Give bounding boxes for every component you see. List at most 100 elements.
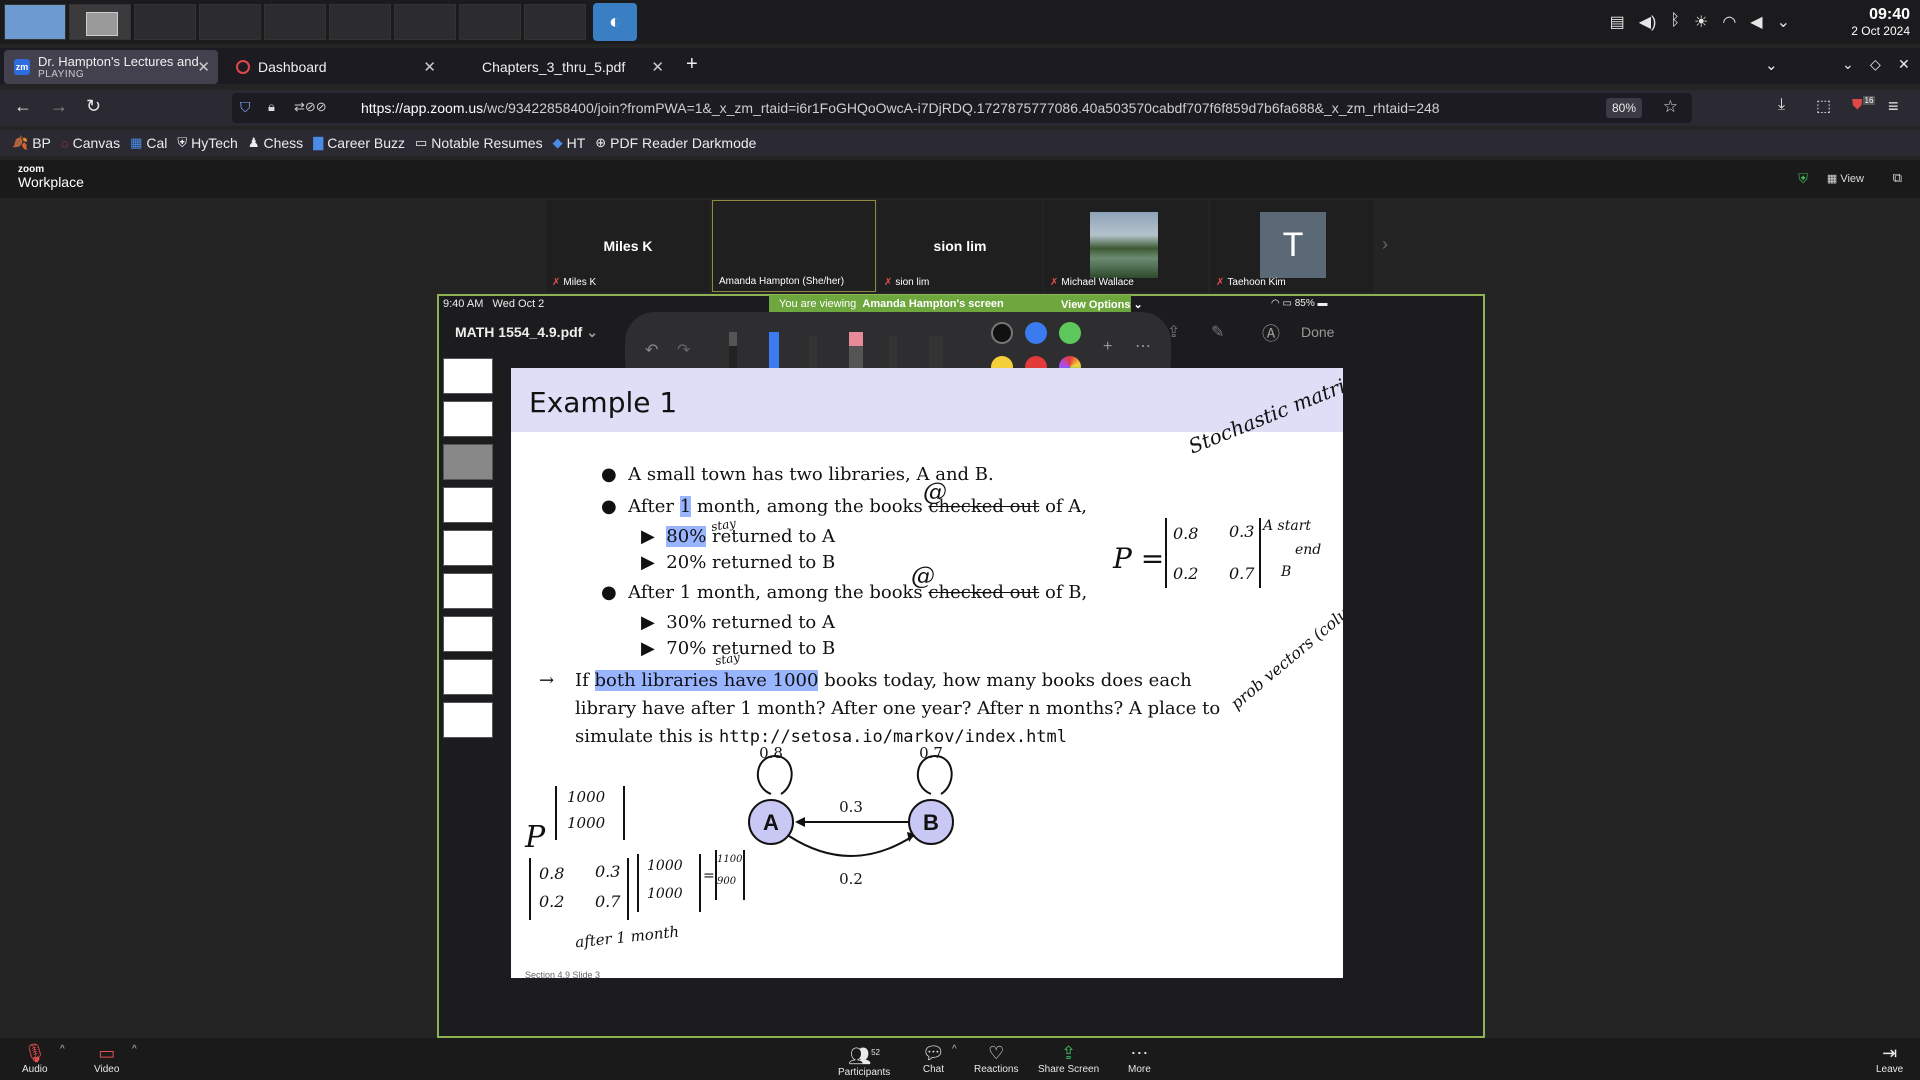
tab-zoom[interactable]: zm Dr. Hampton's Lectures and PLAYING ✕ <box>4 50 218 84</box>
bookmark-bp[interactable]: 🍂 BP <box>12 135 51 151</box>
ht-icon: ◆ <box>552 135 563 150</box>
list-tabs-icon[interactable]: ⌄ <box>1765 56 1778 74</box>
ipad-time: 9:40 AM <box>443 298 484 310</box>
back-icon[interactable]: ← <box>14 96 32 117</box>
app-launcher-icon[interactable]: ◐ <box>593 3 637 41</box>
extensions-icon[interactable]: ⬚ <box>1816 96 1831 116</box>
ublock-icon[interactable]: ⛊ 16 <box>1852 96 1876 113</box>
chevron-right-icon[interactable]: › <box>1382 234 1388 255</box>
tab-chapters-pdf[interactable]: Chapters_3_thru_5.pdf ✕ <box>472 50 672 84</box>
zoom-level-badge[interactable]: 80% <box>1605 98 1642 118</box>
workspace-6[interactable] <box>329 4 391 40</box>
url-bar[interactable]: ⛉ 🔒︎ ⇄⊘⊘ https://app.zoom.us/wc/93422858… <box>232 93 1692 123</box>
tab-dashboard[interactable]: Dashboard ✕ <box>226 50 444 84</box>
fullscreen-icon[interactable]: ⧉ <box>1893 170 1902 186</box>
participant-tile[interactable]: Miles K ✗ Miles K <box>546 200 710 292</box>
color-black-swatch[interactable] <box>991 322 1013 344</box>
workspace-3[interactable] <box>134 4 196 40</box>
participants-button[interactable]: 👥︎52 Participants <box>838 1042 890 1078</box>
bookmark-cal[interactable]: ▦ Cal <box>130 135 167 151</box>
volume-icon[interactable]: ◀) <box>1639 12 1657 32</box>
page-thumbnail[interactable] <box>443 487 493 523</box>
bookmark-career-buzz[interactable]: ▇ Career Buzz <box>313 135 405 151</box>
folder-icon: ⛨ <box>177 135 188 150</box>
participant-tile-active-speaker[interactable]: Amanda Hampton (She/her) <box>712 200 876 292</box>
canvas-icon: ◌ <box>60 135 69 151</box>
workspace-7[interactable] <box>394 4 456 40</box>
chevron-up-icon[interactable]: ^ <box>952 1044 957 1055</box>
view-options-button[interactable]: View Options ⌄ <box>1061 298 1143 311</box>
wifi-icon[interactable]: ◠ <box>1722 12 1736 32</box>
bookmark-ht[interactable]: ◆ HT <box>553 135 586 151</box>
undo-icon[interactable]: ↶ <box>645 340 658 360</box>
new-tab-button[interactable]: + <box>686 53 698 76</box>
close-icon[interactable]: ✕ <box>423 58 436 76</box>
participant-tile[interactable]: ✗ Michael Wallace <box>1044 200 1208 292</box>
view-button[interactable]: ▦ View <box>1827 172 1864 185</box>
page-thumbnail[interactable] <box>443 358 493 394</box>
account-icon[interactable]: Ⓐ <box>1262 320 1280 346</box>
speaker-icon[interactable]: ◀ <box>1750 12 1762 32</box>
ink-prob-vectors: prob vectors (columns) <box>1226 577 1343 714</box>
clock[interactable]: 09:40 2 Oct 2024 <box>1851 6 1910 38</box>
window-close-icon[interactable]: ✕ <box>1898 56 1910 73</box>
more-options-icon[interactable]: ⋯ <box>1135 336 1151 356</box>
share-screen-button[interactable]: ⇪ Share Screen <box>1038 1042 1099 1075</box>
close-icon[interactable]: ✕ <box>651 58 664 76</box>
forward-icon[interactable]: → <box>50 96 68 117</box>
brightness-icon[interactable]: ☀ <box>1694 12 1708 32</box>
minimize-icon[interactable]: ⌄ <box>1842 56 1854 73</box>
logo-big: Workplace <box>18 174 84 190</box>
workspace-9[interactable] <box>524 4 586 40</box>
video-button[interactable]: ▭ Video <box>94 1042 119 1075</box>
url-text[interactable]: https://app.zoom.us/wc/93422858400/join?… <box>361 100 1440 116</box>
bluetooth-icon[interactable]: ᛒ <box>1670 12 1680 32</box>
workspace-1[interactable] <box>4 4 66 40</box>
page-thumbnail[interactable] <box>443 401 493 437</box>
star-icon[interactable]: ☆ <box>1663 97 1678 117</box>
close-icon[interactable]: ✕ <box>197 58 210 76</box>
lock-icon[interactable]: 🔒︎ <box>268 99 275 115</box>
more-button[interactable]: ⋯ More <box>1128 1042 1151 1075</box>
security-shield-icon[interactable]: ⛨ <box>1798 171 1808 187</box>
participant-tile[interactable]: sion lim ✗ sion lim <box>878 200 1042 292</box>
workspace-4[interactable] <box>199 4 261 40</box>
bookmark-chess[interactable]: ♟ Chess <box>248 135 303 151</box>
clipboard-icon[interactable]: ▤ <box>1610 12 1625 32</box>
chevron-up-icon[interactable]: ^ <box>60 1044 65 1055</box>
add-icon[interactable]: + <box>1103 338 1112 356</box>
reload-icon[interactable]: ↻ <box>86 96 101 117</box>
workspace-8[interactable] <box>459 4 521 40</box>
reactions-button[interactable]: ♡ Reactions <box>974 1042 1018 1075</box>
pdf-title[interactable]: MATH 1554_4.9.pdf ⌄ <box>455 324 598 341</box>
page-thumbnail[interactable] <box>443 573 493 609</box>
workspace-5[interactable] <box>264 4 326 40</box>
menu-icon[interactable]: ≡ <box>1888 96 1899 117</box>
chevron-up-icon[interactable]: ^ <box>132 1044 137 1055</box>
bookmark-notable-resumes[interactable]: ▭ Notable Resumes <box>415 135 543 151</box>
participant-tile[interactable]: T ✗ Taehoon Kim <box>1210 200 1374 292</box>
shield-icon[interactable]: ⛉ <box>240 99 251 116</box>
leave-button[interactable]: ⇥ Leave <box>1876 1042 1903 1075</box>
bookmark-pdf-reader[interactable]: ⊕ PDF Reader Darkmode <box>595 135 756 151</box>
chat-button[interactable]: 💬︎ Chat <box>922 1042 945 1075</box>
maximize-icon[interactable]: ◇ <box>1870 56 1881 73</box>
page-thumbnail[interactable] <box>443 530 493 566</box>
color-blue-swatch[interactable] <box>1025 322 1047 344</box>
redo-icon[interactable]: ↷ <box>677 340 690 360</box>
page-thumbnail[interactable] <box>443 659 493 695</box>
permissions-icon[interactable]: ⇄⊘⊘ <box>294 99 327 115</box>
workspace-2[interactable] <box>69 4 131 40</box>
color-green-swatch[interactable] <box>1059 322 1081 344</box>
bookmark-hytech[interactable]: ⛨ HyTech <box>177 135 237 151</box>
done-button[interactable]: Done <box>1301 324 1334 340</box>
bookmark-canvas[interactable]: ◌ Canvas <box>61 135 120 151</box>
page-thumbnail[interactable] <box>443 616 493 652</box>
page-thumbnail[interactable] <box>443 702 493 738</box>
chevron-down-icon[interactable]: ⌄ <box>1777 12 1790 32</box>
download-icon[interactable]: ⤓ <box>1778 96 1785 114</box>
mic-muted-icon: ✗ <box>884 277 893 288</box>
page-thumbnail-current[interactable] <box>443 444 493 480</box>
markup-icon[interactable]: ✎ <box>1211 322 1224 342</box>
audio-button[interactable]: 🎙︎ Audio <box>22 1042 48 1075</box>
